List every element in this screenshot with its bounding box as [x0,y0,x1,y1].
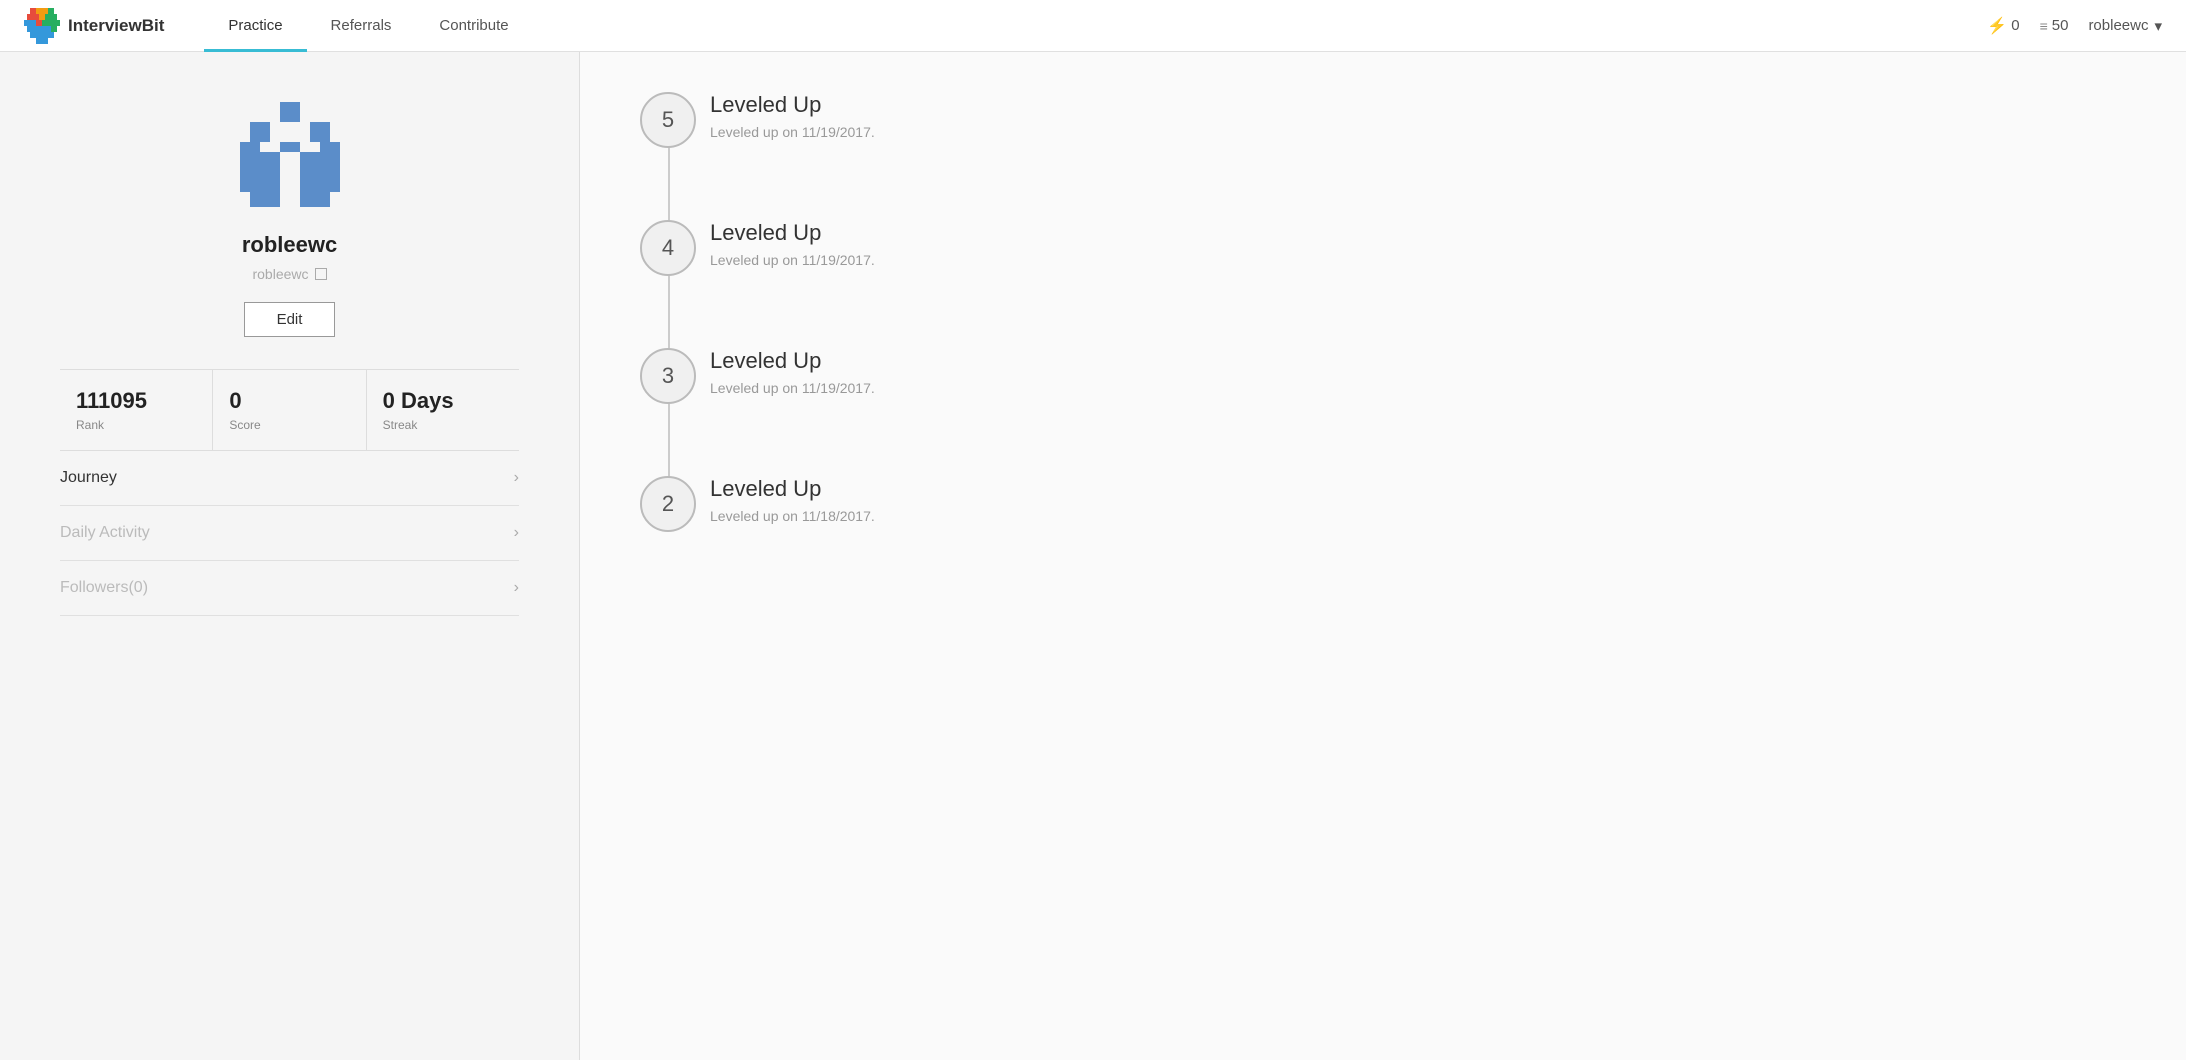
avatar [230,92,350,212]
user-menu-name: robleewc [2088,17,2148,34]
coins-stat: ≡ 50 [2040,17,2069,34]
stat-rank: 111095 Rank [60,370,213,450]
profile-username: robleewc [60,232,519,258]
menu-followers[interactable]: Followers(0) › [60,561,519,616]
bolt-stat: ⚡ 0 [1987,16,2019,36]
bolt-icon: ⚡ [1987,16,2007,36]
timeline-item-3: 3 Leveled Up Leveled up on 11/19/2017. [700,348,2126,396]
left-panel: robleewc robleewc Edit 111095 Rank 0 Sco… [0,52,580,1060]
timeline-date-5: Leveled up on 11/19/2017. [710,124,2126,140]
header: InterviewBit Practice Referrals Contribu… [0,0,2186,52]
timeline: 5 Leveled Up Leveled up on 11/19/2017. 4… [640,92,2126,524]
score-value: 0 [229,388,349,414]
chevron-right-icon-3: › [514,579,519,597]
nav-referrals[interactable]: Referrals [307,0,416,52]
menu-list: Journey › Daily Activity › Followers(0) … [60,451,519,616]
level-circle-5: 5 [640,92,696,148]
nav-contribute[interactable]: Contribute [415,0,532,52]
stat-score: 0 Score [213,370,366,450]
menu-journey[interactable]: Journey › [60,451,519,506]
coins-count: 50 [2052,17,2069,34]
timeline-date-3: Leveled up on 11/19/2017. [710,380,2126,396]
rank-value: 111095 [76,388,196,414]
level-circle-4: 4 [640,220,696,276]
timeline-item-5: 5 Leveled Up Leveled up on 11/19/2017. [700,92,2126,140]
edit-button[interactable]: Edit [244,302,336,337]
user-menu[interactable]: robleewc ▾ [2088,17,2162,35]
stat-streak: 0 Days Streak [367,370,519,450]
nav-practice[interactable]: Practice [204,0,306,52]
logo-text: InterviewBit [68,16,164,36]
right-panel: 5 Leveled Up Leveled up on 11/19/2017. 4… [580,52,2186,1060]
timeline-title-2: Leveled Up [710,476,2126,502]
coins-icon: ≡ [2040,18,2048,34]
timeline-item-2: 2 Leveled Up Leveled up on 11/18/2017. [700,476,2126,524]
streak-value: 0 Days [383,388,503,414]
logo-area[interactable]: InterviewBit [24,8,164,44]
timeline-content-2: Leveled Up Leveled up on 11/18/2017. [700,476,2126,524]
timeline-content-4: Leveled Up Leveled up on 11/19/2017. [700,220,2126,268]
streak-label: Streak [383,418,503,432]
nav-links: Practice Referrals Contribute [204,0,1987,52]
timeline-item-4: 4 Leveled Up Leveled up on 11/19/2017. [700,220,2126,268]
header-right: ⚡ 0 ≡ 50 robleewc ▾ [1987,16,2162,36]
timeline-title-3: Leveled Up [710,348,2126,374]
menu-daily-activity[interactable]: Daily Activity › [60,506,519,561]
level-circle-2: 2 [640,476,696,532]
timeline-date-2: Leveled up on 11/18/2017. [710,508,2126,524]
chevron-right-icon: › [514,469,519,487]
timeline-title-5: Leveled Up [710,92,2126,118]
main-layout: robleewc robleewc Edit 111095 Rank 0 Sco… [0,52,2186,1060]
timeline-date-4: Leveled up on 11/19/2017. [710,252,2126,268]
chevron-down-icon: ▾ [2154,17,2162,35]
chevron-right-icon-2: › [514,524,519,542]
level-circle-3: 3 [640,348,696,404]
timeline-content-5: Leveled Up Leveled up on 11/19/2017. [700,92,2126,140]
rank-label: Rank [76,418,196,432]
avatar-area [60,92,519,212]
stats-row: 111095 Rank 0 Score 0 Days Streak [60,369,519,451]
timeline-title-4: Leveled Up [710,220,2126,246]
profile-username-sub: robleewc [60,266,519,282]
logo-icon [24,8,60,44]
bolt-count: 0 [2011,17,2019,34]
timeline-content-3: Leveled Up Leveled up on 11/19/2017. [700,348,2126,396]
copy-icon [315,268,327,280]
score-label: Score [229,418,349,432]
